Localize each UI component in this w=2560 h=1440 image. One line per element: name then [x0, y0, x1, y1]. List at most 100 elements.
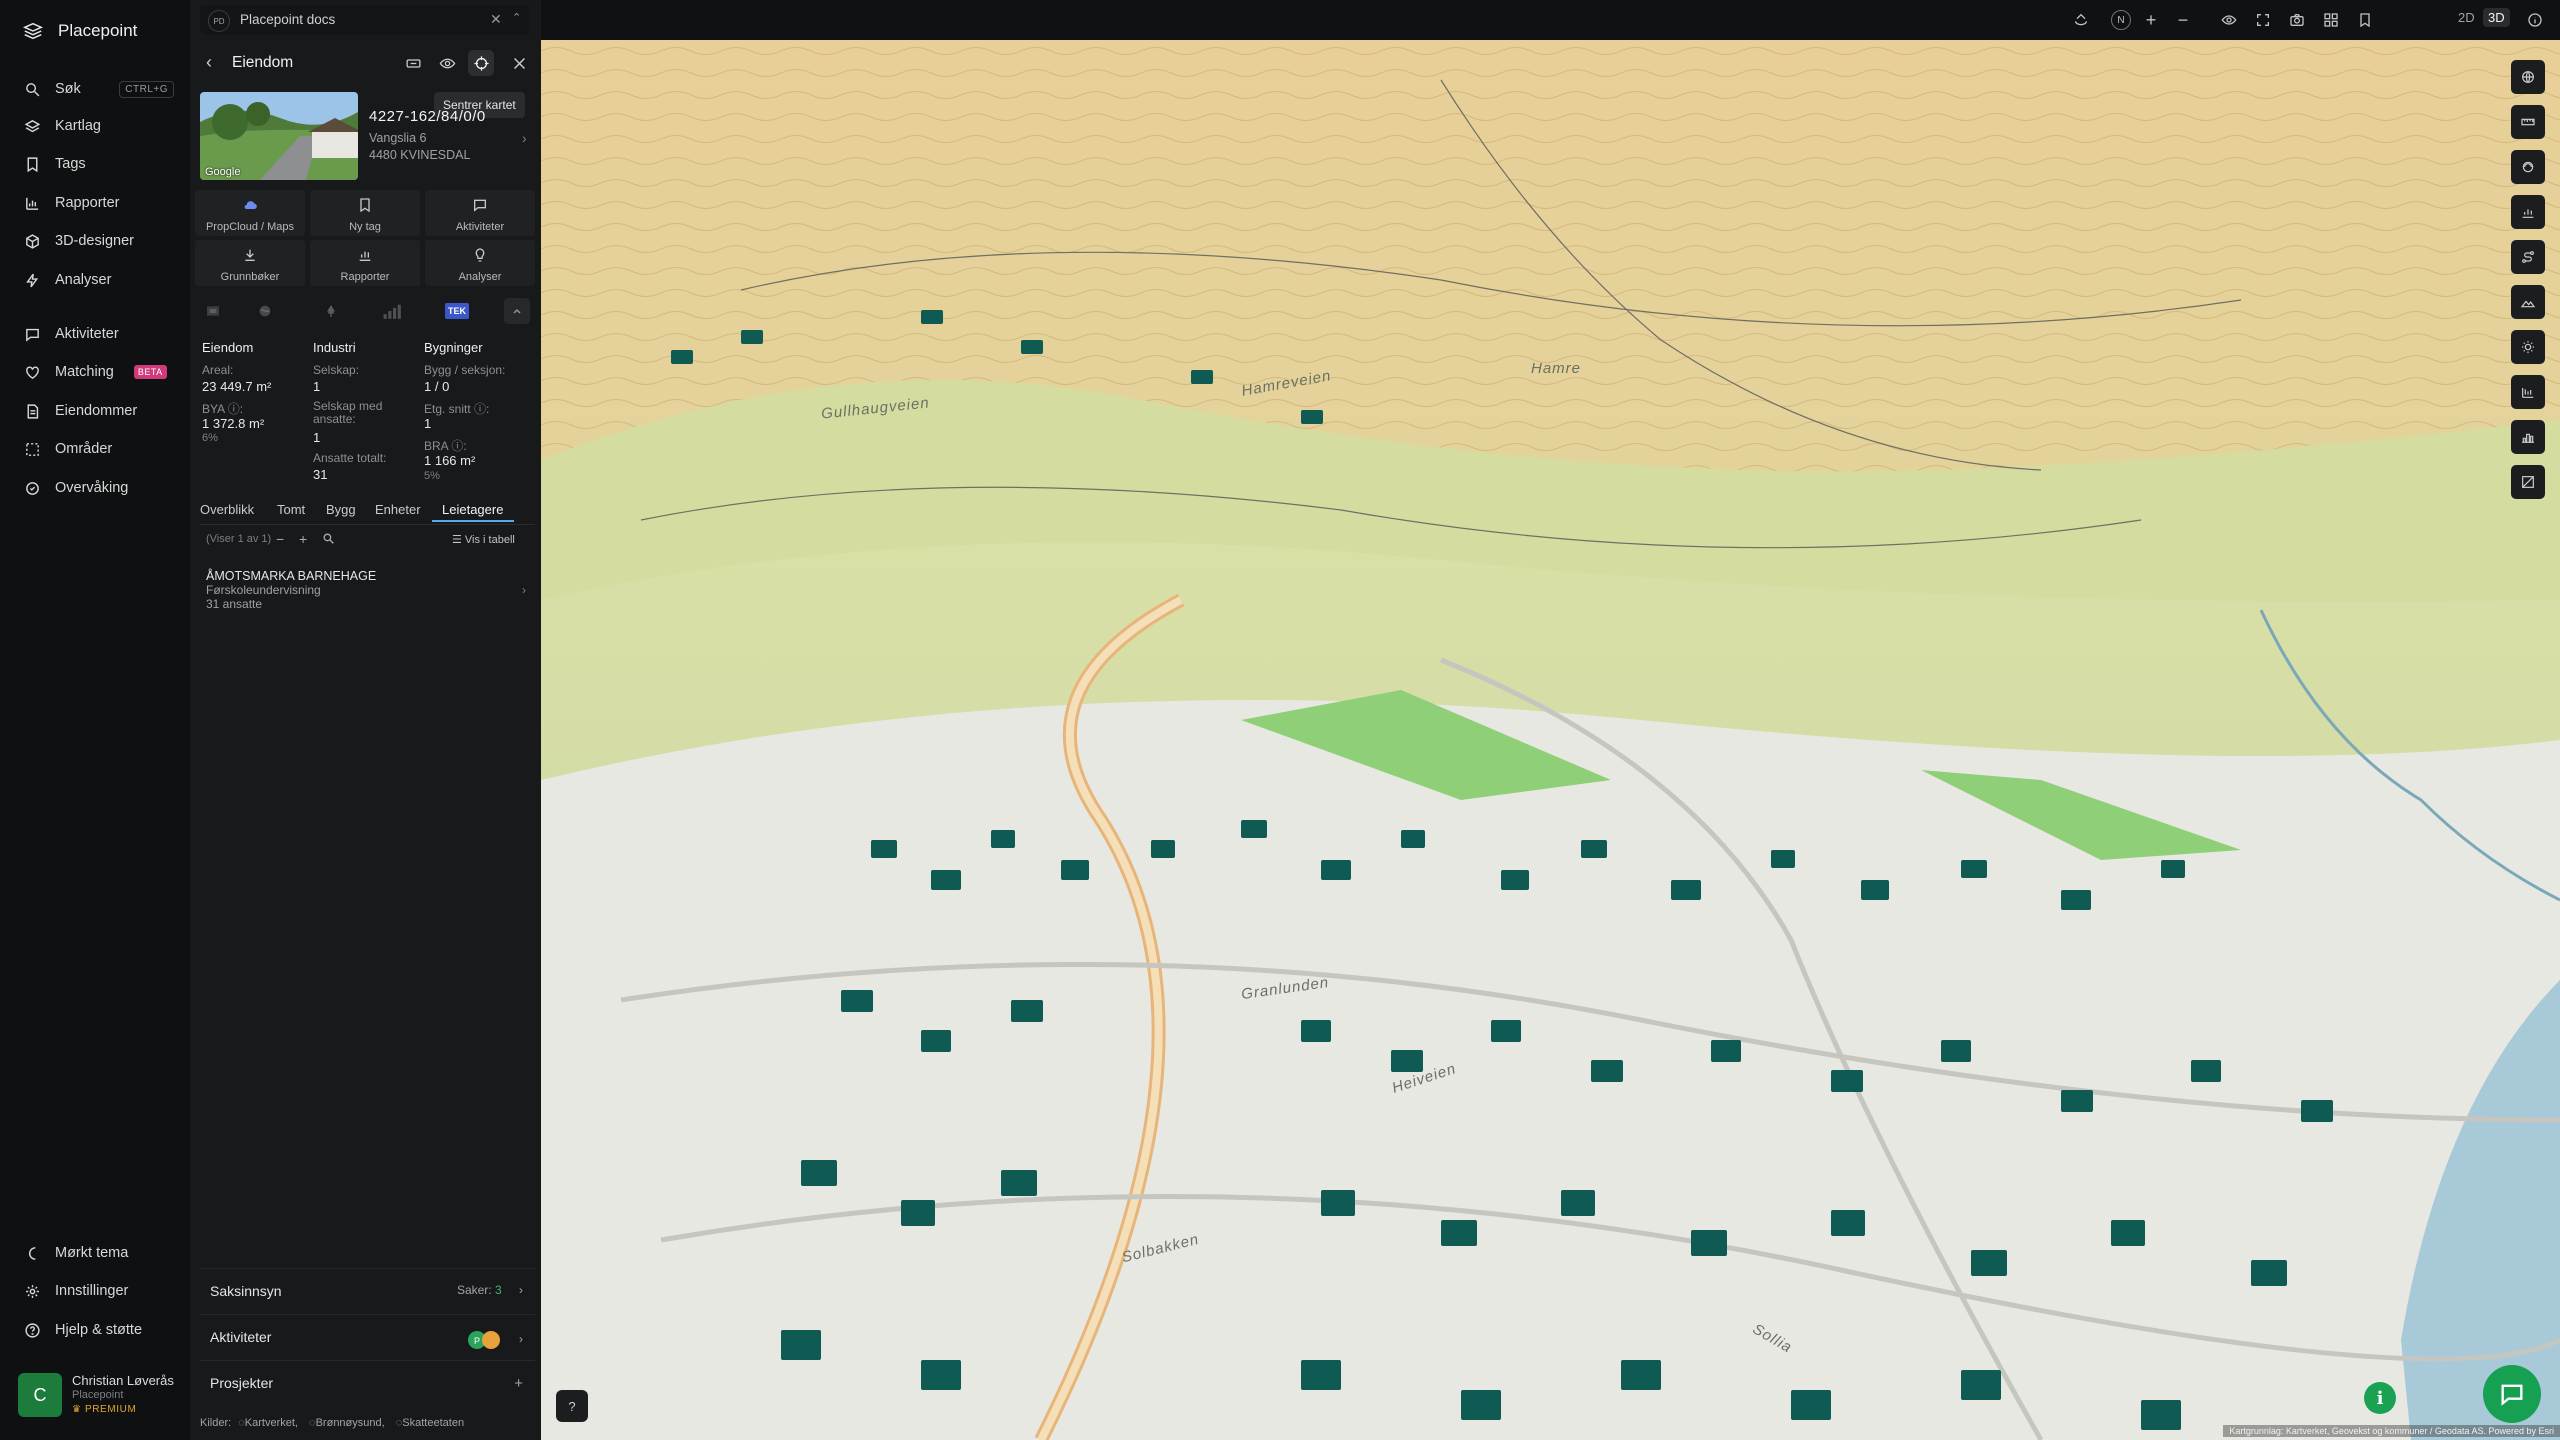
crown-icon: ♛ [72, 1404, 85, 1415]
tab-overblikk[interactable]: Overblikk [200, 502, 254, 517]
tab-tomt[interactable]: Tomt [277, 502, 305, 517]
compass-label: N [2117, 14, 2125, 26]
nav-item-rapporter[interactable]: Rapporter [24, 191, 174, 215]
bygg-value: 1 / 0 [424, 379, 450, 394]
nav-item-search[interactable]: Søk CTRL+G [24, 77, 174, 101]
tree-icon[interactable] [318, 298, 344, 324]
user-card[interactable]: C Christian Løverås Placepoint ♛ PREMIUM [12, 1370, 178, 1422]
nav-label: Områder [55, 441, 113, 457]
analyses-button[interactable]: Analyser [425, 240, 535, 286]
minus-icon[interactable]: − [276, 531, 284, 547]
tab-enheter[interactable]: Enheter [375, 502, 421, 517]
chevron-right-icon[interactable]: › [522, 130, 527, 146]
tab-leietagere[interactable]: Leietagere [442, 502, 503, 517]
building-stats-icon[interactable] [2511, 375, 2545, 409]
center-map-icon[interactable] [468, 50, 494, 76]
nav-item-omrader[interactable]: Områder [24, 437, 174, 461]
nav-item-eiendommer[interactable]: Eiendommer [24, 399, 174, 423]
street-view-icon[interactable] [400, 50, 426, 76]
workspace-tab[interactable]: PD Placepoint docs ✕ ⌃ [200, 5, 530, 35]
tab-bygg[interactable]: Bygg [326, 502, 356, 517]
grid-icon[interactable] [2321, 10, 2341, 30]
nav-item-dark-theme[interactable]: Mørkt tema [24, 1241, 174, 1265]
add-project-icon[interactable]: + [514, 1375, 523, 1392]
workspace-title: Placepoint docs [240, 12, 336, 27]
globe-icon[interactable] [252, 298, 278, 324]
nav-item-3d-designer[interactable]: 3D-designer [24, 229, 174, 253]
propcloud-button[interactable]: PropCloud / Maps [195, 190, 305, 236]
compass-icon[interactable]: N [2111, 10, 2131, 30]
list-toolbar: (Viser 1 av 1) − + ☰ Vis i tabell [200, 530, 535, 552]
chat-button[interactable] [2483, 1365, 2541, 1423]
close-icon[interactable]: ✕ [490, 11, 502, 28]
back-icon[interactable]: ‹ [206, 52, 212, 73]
camera-icon[interactable] [2287, 10, 2307, 30]
satellite-icon[interactable] [2511, 150, 2545, 184]
section-aktiviteter[interactable]: Aktiviteter P › [200, 1314, 535, 1359]
nav-item-aktiviteter[interactable]: Aktiviteter [24, 322, 174, 346]
elevation-icon[interactable] [2511, 285, 2545, 319]
mode-2d-button[interactable]: 2D [2458, 10, 2475, 25]
bookmark-icon[interactable] [2355, 10, 2375, 30]
chevron-updown-icon[interactable]: ⌃ [512, 11, 521, 24]
case-count-value: 3 [494, 1283, 502, 1297]
nav-item-help[interactable]: Hjelp & støtte [24, 1318, 174, 1342]
layers-toggle-icon[interactable] [2071, 10, 2091, 30]
nav-item-settings[interactable]: Innstillinger [24, 1279, 174, 1303]
flag-icon[interactable] [200, 298, 226, 324]
selskap-label: Selskap: [313, 363, 360, 377]
compare-icon[interactable] [2511, 465, 2545, 499]
nav-item-tags[interactable]: Tags [24, 152, 174, 176]
eye-icon[interactable] [2219, 10, 2239, 30]
chevron-up-icon[interactable] [504, 298, 530, 324]
list-item[interactable]: ÅMOTSMARKA BARNEHAGE Førskoleundervisnin… [200, 565, 535, 615]
bars-icon[interactable] [380, 298, 406, 324]
close-panel-icon[interactable] [506, 50, 532, 76]
nav-item-analyser[interactable]: Analyser [24, 268, 174, 292]
nav-label: Hjelp & støtte [55, 1322, 143, 1338]
source-link[interactable]: ◌Kartverket, [238, 1417, 302, 1429]
land-registry-button[interactable]: Grunnbøker [195, 240, 305, 286]
skyline-icon[interactable] [2511, 420, 2545, 454]
source-link[interactable]: ◌Skatteetaten [396, 1417, 468, 1429]
map-help-button[interactable]: ? [556, 1390, 588, 1422]
brand[interactable]: Placepoint [22, 20, 137, 42]
new-tag-button[interactable]: Ny tag [310, 190, 420, 236]
bookmark-icon [360, 198, 370, 213]
map-canvas[interactable]: Hamre Granlunden Solbakken Sollia Heivei… [541, 40, 2560, 1440]
section-saksinnsyn[interactable]: Saksinnsyn Saker: 3 › [200, 1268, 535, 1313]
zoom-in-icon[interactable]: + [2141, 10, 2161, 30]
property-photo[interactable]: Google [200, 92, 358, 180]
nav-label: Eiendommer [55, 403, 138, 419]
sun-icon[interactable] [2511, 330, 2545, 364]
column-bygninger-title: Bygninger [424, 340, 483, 355]
nav-item-matching[interactable]: Matching BETA [24, 360, 174, 384]
ruler-icon[interactable] [2511, 105, 2545, 139]
route-icon[interactable] [2511, 240, 2545, 274]
search-icon[interactable] [322, 532, 335, 548]
nav-item-overvaking[interactable]: Overvåking [24, 476, 174, 500]
nav-item-kartlag[interactable]: Kartlag [24, 114, 174, 138]
avatar-stack-icon: P [467, 1331, 500, 1349]
activities-button[interactable]: Aktiviteter [425, 190, 535, 236]
table-view-toggle[interactable]: ☰ Vis i tabell [452, 533, 515, 546]
data-source-row: TEK [200, 298, 530, 324]
plus-icon[interactable]: + [299, 531, 307, 547]
section-prosjekter[interactable]: Prosjekter + [200, 1360, 535, 1405]
statistics-icon[interactable] [2511, 195, 2545, 229]
source-link[interactable]: ◌Brønnøysund, [309, 1417, 389, 1429]
user-name: Christian Løverås [72, 1373, 174, 1388]
reports-button[interactable]: Rapporter [310, 240, 420, 286]
info-button[interactable]: i [2364, 1382, 2396, 1414]
globe-tool-icon[interactable] [2511, 60, 2545, 94]
case-count-label: Saker: [456, 1283, 492, 1297]
mode-3d-button[interactable]: 3D [2483, 8, 2510, 27]
zoom-out-icon[interactable]: − [2173, 10, 2193, 30]
eye-icon[interactable] [434, 50, 460, 76]
tek-icon[interactable]: TEK [444, 298, 470, 324]
tenant-type: Førskoleundervisning [206, 583, 321, 597]
fullscreen-icon[interactable] [2253, 10, 2273, 30]
list-icon: ☰ [452, 534, 465, 546]
source-name: Kartverket, [244, 1417, 298, 1429]
info-icon[interactable] [2525, 10, 2545, 30]
